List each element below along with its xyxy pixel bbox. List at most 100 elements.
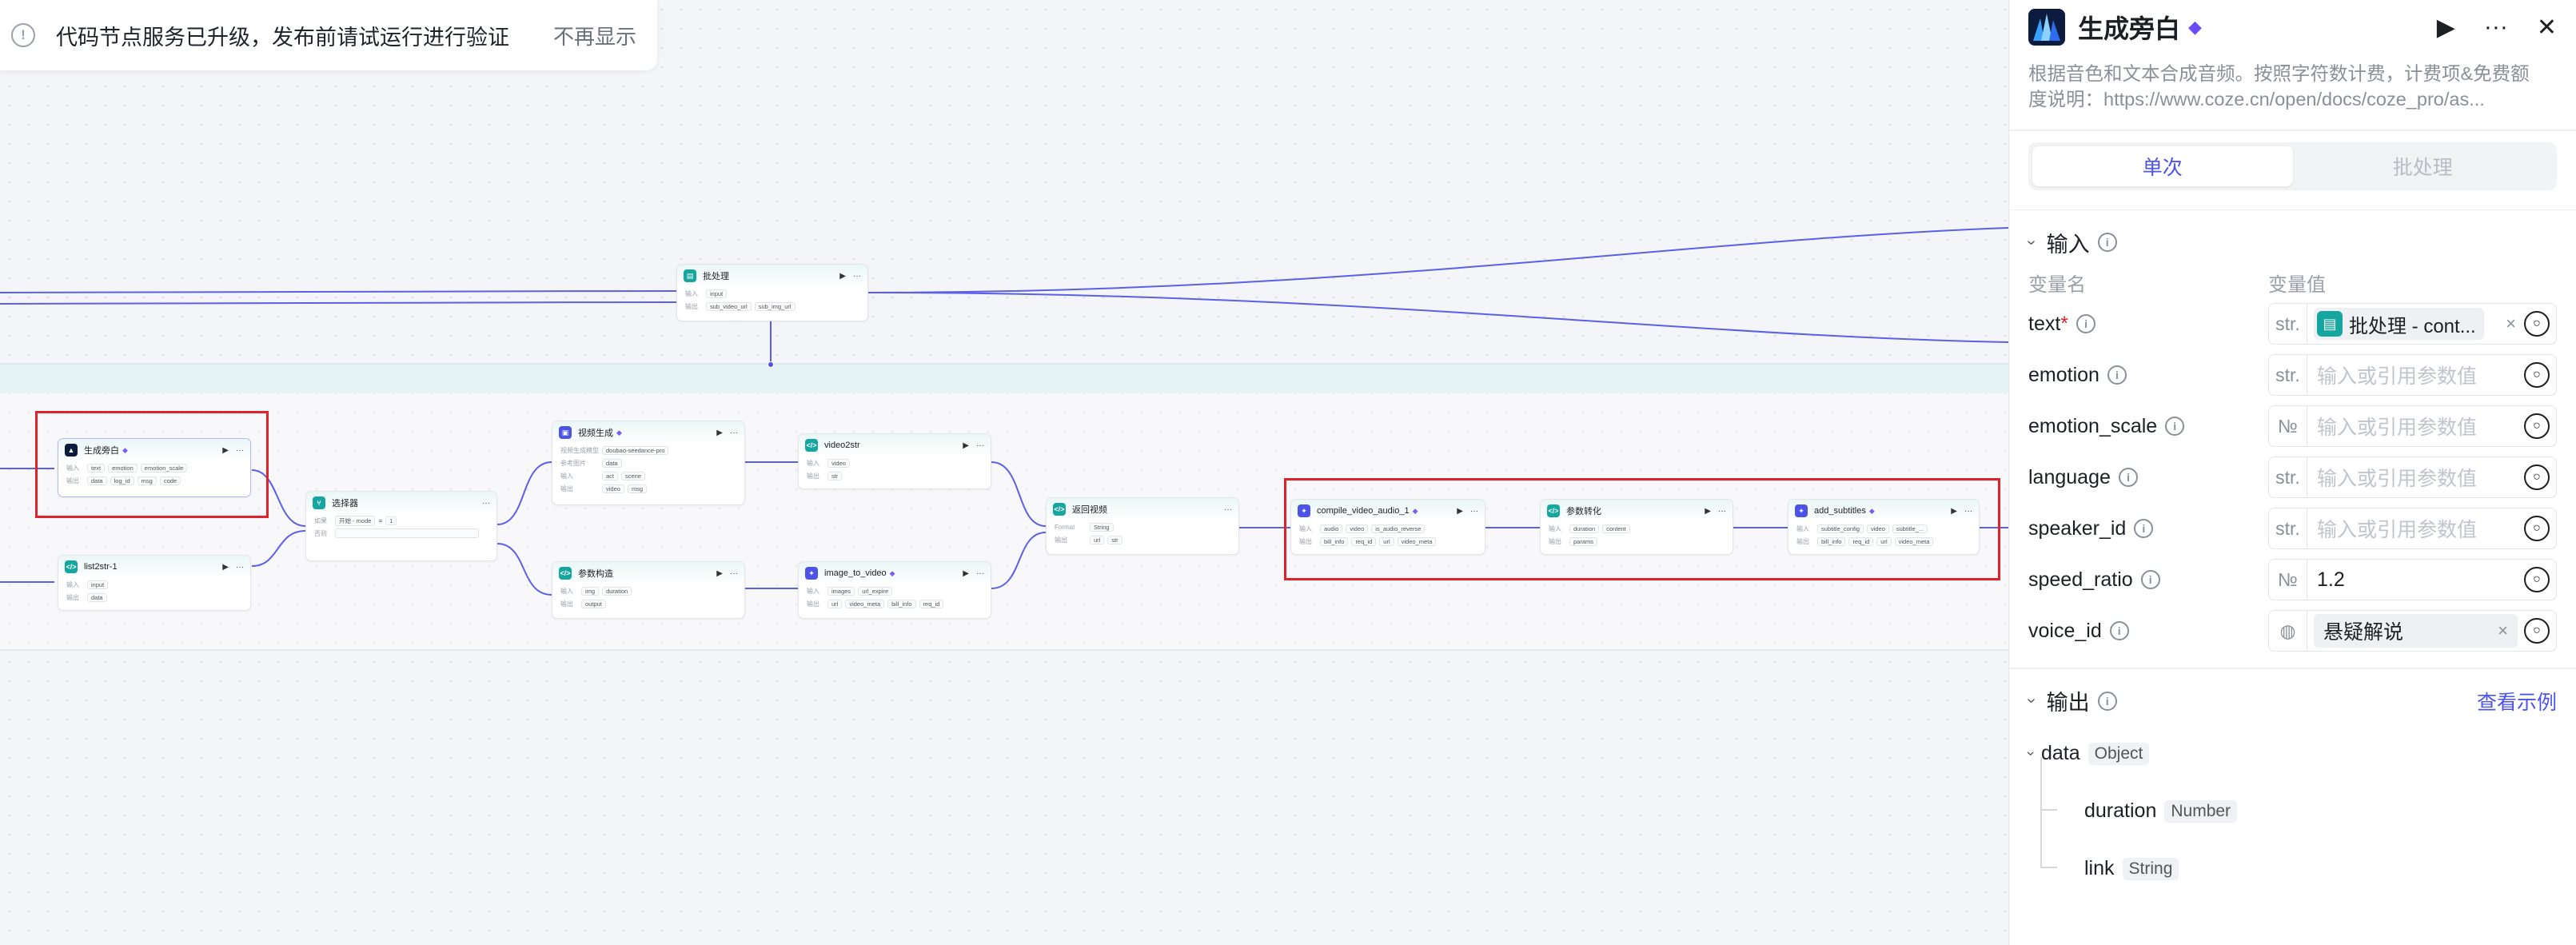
chevron-down-icon[interactable]: › xyxy=(2022,698,2040,704)
node-video-gen[interactable]: ▣ 视频生成 ◆ ▶ ··· 视频生成模型 doubao-seedance-pro … xyxy=(552,421,745,505)
run-icon[interactable]: ▶ xyxy=(963,569,969,578)
more-icon[interactable]: ··· xyxy=(976,569,984,578)
clear-icon[interactable]: × xyxy=(2498,620,2508,641)
out-label: 输出 xyxy=(560,600,573,608)
more-icon[interactable]: ··· xyxy=(730,429,738,437)
out-label: 输出 xyxy=(807,600,819,608)
param-value-field[interactable]: ◍ 悬疑解说 × ○ xyxy=(2268,610,2557,652)
out-label: 输出 xyxy=(1055,536,1067,544)
info-icon: i xyxy=(2097,233,2117,252)
in-label: 输入 xyxy=(807,459,819,467)
node-param-build[interactable]: </> 参数构造 ▶ ··· 输入 img duration 输出 output xyxy=(552,561,745,619)
notice-message: 代码节点服务已升级，发布前请试运行进行验证 xyxy=(56,25,509,50)
param-chip: sub_video_url xyxy=(706,301,752,311)
format-label: Format xyxy=(1055,523,1075,531)
param-chip: req_id xyxy=(919,599,944,608)
more-icon[interactable]: ··· xyxy=(2484,14,2508,41)
reference-picker-icon[interactable]: ○ xyxy=(2524,362,2550,388)
node-video2str[interactable]: </> video2str ▶ ··· 输入 video 输出 str xyxy=(798,433,991,489)
else-slot xyxy=(335,528,479,538)
output-item-data[interactable]: › data Object xyxy=(2024,725,2576,783)
reference-picker-icon[interactable]: ○ xyxy=(2524,413,2550,439)
reference-picker-icon[interactable]: ○ xyxy=(2524,311,2550,337)
out-label: 输出 xyxy=(560,484,573,492)
node-return-video[interactable]: </> 返回视频 ··· Format String 输出 url str xyxy=(1046,497,1239,555)
chevron-down-icon[interactable]: › xyxy=(2023,752,2040,756)
waveform-icon: ◍ xyxy=(2269,611,2307,651)
node-batch[interactable]: ▤ 批处理 ▶ ··· 输入 input 输出 sub_video_url sub_im… xyxy=(676,264,868,321)
reference-chip[interactable]: ▤ 批处理 - cont... xyxy=(2314,308,2484,340)
chevron-down-icon[interactable]: › xyxy=(2022,240,2040,245)
reference-picker-icon[interactable]: ○ xyxy=(2524,516,2550,541)
param-input[interactable]: 输入或引用参数值 xyxy=(2307,514,2524,543)
type-badge: Number xyxy=(2164,799,2238,823)
param-chip: str xyxy=(827,471,843,480)
code-icon: </> xyxy=(805,439,818,452)
voice-chip[interactable]: 悬疑解说 × xyxy=(2314,614,2518,648)
more-icon[interactable]: ··· xyxy=(482,499,490,508)
param-input[interactable]: 输入或引用参数值 xyxy=(2307,412,2524,441)
node-config-panel: 生成旁白 ◆ ▶ ··· ✕ 根据音色和文本合成音频。按照字符数计费，计费项&免… xyxy=(2008,0,2576,945)
param-value-field[interactable]: str. 输入或引用参数值 ○ xyxy=(2268,508,2557,549)
clear-icon[interactable]: × xyxy=(2506,313,2516,334)
run-icon[interactable]: ▶ xyxy=(839,272,846,281)
batch-port[interactable] xyxy=(768,361,774,368)
more-icon[interactable]: ··· xyxy=(853,272,861,281)
param-name: emotion xyxy=(2028,363,2099,386)
node-list2str[interactable]: </> list2str-1 ▶ ··· 输入 input 输出 data xyxy=(58,555,251,611)
param-chip: input xyxy=(706,289,728,298)
section-title: 输入 xyxy=(2046,232,2090,257)
code-icon: </> xyxy=(65,560,78,573)
reference-picker-icon[interactable]: ○ xyxy=(2524,465,2550,490)
param-value-field[interactable]: str. ▤ 批处理 - cont... × ○ xyxy=(2268,303,2557,345)
dismiss-notice-button[interactable]: 不再显示 xyxy=(553,21,636,50)
output-item-link[interactable]: link String xyxy=(2028,840,2576,898)
reference-picker-icon[interactable]: ○ xyxy=(2524,567,2550,592)
param-chip: output xyxy=(581,599,606,608)
code-icon: </> xyxy=(1053,503,1066,516)
output-section-header[interactable]: › 输出 i 查看示例 xyxy=(2009,677,2576,725)
selector-icon: ⑂ xyxy=(313,496,325,509)
param-input[interactable]: 输入或引用参数值 xyxy=(2307,361,2524,389)
code-icon: </> xyxy=(559,567,572,580)
type-badge: str. xyxy=(2269,304,2307,344)
param-input[interactable]: 1.2 xyxy=(2307,568,2524,592)
required-mark: * xyxy=(2060,312,2069,335)
param-value-field[interactable]: str. 输入或引用参数值 ○ xyxy=(2268,354,2557,396)
mode-tabs: 单次 批处理 xyxy=(2028,142,2557,190)
reference-label: 批处理 - cont... xyxy=(2349,315,2476,337)
more-icon[interactable]: ··· xyxy=(236,563,244,572)
batch-icon: ▤ xyxy=(684,269,696,282)
node-selector[interactable]: ⑂ 选择器 ··· 如果 开始 - mode = 1 否则 xyxy=(305,491,497,561)
column-name-header: 变量名 xyxy=(2028,273,2086,296)
output-item-duration[interactable]: duration Number xyxy=(2028,783,2576,840)
param-value-field[interactable]: № 输入或引用参数值 ○ xyxy=(2268,405,2557,447)
param-value-field[interactable]: № 1.2 ○ xyxy=(2268,559,2557,600)
model-label: 视频生成模型 xyxy=(560,446,599,454)
more-icon[interactable]: ··· xyxy=(976,441,984,450)
close-icon[interactable]: ✕ xyxy=(2537,14,2557,42)
param-input[interactable]: 输入或引用参数值 xyxy=(2307,463,2524,492)
node-title: 批处理 xyxy=(703,272,729,281)
type-badge: № xyxy=(2269,406,2307,446)
view-example-link[interactable]: 查看示例 xyxy=(2477,687,2557,716)
param-name: language xyxy=(2028,465,2111,488)
input-section-header[interactable]: › 输入 i xyxy=(2009,218,2576,266)
more-icon[interactable]: ··· xyxy=(1224,505,1232,514)
param-row-emotion-scale: emotion_scale i № 输入或引用参数值 ○ xyxy=(2009,401,2576,452)
run-icon[interactable]: ▶ xyxy=(716,569,723,578)
tab-batch[interactable]: 批处理 xyxy=(2293,146,2554,186)
tab-single[interactable]: 单次 xyxy=(2032,146,2293,186)
run-icon[interactable]: ▶ xyxy=(222,563,229,572)
workflow-canvas[interactable]: ▤ 批处理 ▶ ··· 输入 input 输出 sub_video_url sub_im… xyxy=(0,0,2008,945)
run-icon[interactable]: ▶ xyxy=(2437,14,2455,42)
in-label: 输入 xyxy=(807,587,819,595)
more-icon[interactable]: ··· xyxy=(730,569,738,578)
run-icon[interactable]: ▶ xyxy=(716,429,723,437)
param-value-field[interactable]: str. 输入或引用参数值 ○ xyxy=(2268,457,2557,498)
info-icon: i xyxy=(2118,468,2138,487)
info-icon: i xyxy=(2140,570,2160,589)
reference-picker-icon[interactable]: ○ xyxy=(2524,618,2550,644)
run-icon[interactable]: ▶ xyxy=(963,441,969,450)
node-image-to-video[interactable]: ✦ image_to_video ◆ ▶ ··· 输入 images url_expi… xyxy=(798,561,991,619)
